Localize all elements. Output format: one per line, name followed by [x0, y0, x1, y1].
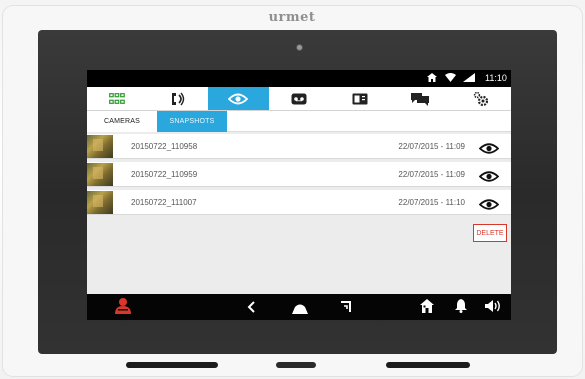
tab-monitoring[interactable]: [208, 87, 269, 110]
tab-messages[interactable]: [269, 87, 330, 110]
tab-settings[interactable]: [450, 87, 511, 110]
view-eye-icon[interactable]: [478, 197, 500, 215]
snapshot-name: 20150722_111007: [131, 198, 197, 207]
product-photo: urmet 11:10 CAMERAS SNAPSHOTS 20150722_1…: [0, 0, 585, 379]
navigation-bar: [87, 294, 511, 320]
home-icon[interactable]: [292, 301, 308, 319]
home-status-icon: [427, 73, 437, 84]
delete-button[interactable]: DELETE: [473, 224, 507, 242]
grid-icon: [109, 92, 126, 104]
wifi-icon: [445, 73, 456, 84]
chat-icon: [411, 92, 430, 106]
voicemail-icon: [291, 93, 307, 104]
signal-icon: [463, 73, 475, 84]
back-icon[interactable]: [247, 300, 257, 318]
snapshot-date: 22/07/2015 - 11:10: [398, 198, 465, 207]
house-icon[interactable]: [420, 299, 434, 318]
view-eye-icon[interactable]: [478, 141, 500, 159]
tab-cameras[interactable]: CAMERAS: [87, 111, 157, 132]
brand-logo: urmet: [268, 10, 316, 25]
sub-tabs: CAMERAS SNAPSHOTS: [87, 111, 511, 132]
tab-intercom[interactable]: [329, 87, 390, 110]
snapshot-thumbnail: [87, 163, 113, 186]
clock: 11:10: [485, 73, 507, 83]
snapshot-date: 22/07/2015 - 11:09: [398, 142, 465, 151]
main-toolbar: [87, 87, 511, 111]
bell-icon[interactable]: [455, 299, 467, 318]
list-item[interactable]: 20150722_110958 22/07/2015 - 11:09: [87, 134, 511, 159]
tab-calls[interactable]: [148, 87, 209, 110]
list-item[interactable]: 20150722_111007 22/07/2015 - 11:10: [87, 190, 511, 215]
status-bar: 11:10: [87, 70, 511, 87]
alarm-person-icon[interactable]: [113, 297, 133, 320]
snapshot-name: 20150722_110959: [131, 170, 198, 179]
intercom-icon: [352, 93, 368, 104]
snapshot-date: 22/07/2015 - 11:09: [398, 170, 465, 179]
phone-call-icon: [171, 92, 185, 105]
tab-home-grid[interactable]: [87, 87, 148, 110]
eye-icon: [228, 93, 249, 104]
recent-apps-icon[interactable]: [339, 299, 353, 318]
front-camera: [296, 44, 303, 51]
volume-icon[interactable]: [485, 299, 503, 318]
snapshot-name: 20150722_110958: [131, 142, 198, 151]
list-item[interactable]: 20150722_110959 22/07/2015 - 11:09: [87, 162, 511, 187]
view-eye-icon[interactable]: [478, 169, 500, 187]
speaker-grille-right: [386, 362, 470, 368]
settings-icon: [473, 91, 488, 106]
snapshot-thumbnail: [87, 191, 113, 214]
touch-screen: 11:10 CAMERAS SNAPSHOTS 20150722_110958 …: [87, 70, 511, 320]
tab-snapshots[interactable]: SNAPSHOTS: [157, 111, 227, 132]
speaker-grille-left: [126, 362, 218, 368]
tab-chat[interactable]: [390, 87, 451, 110]
microphone-slot: [276, 362, 316, 368]
snapshot-thumbnail: [87, 135, 113, 158]
